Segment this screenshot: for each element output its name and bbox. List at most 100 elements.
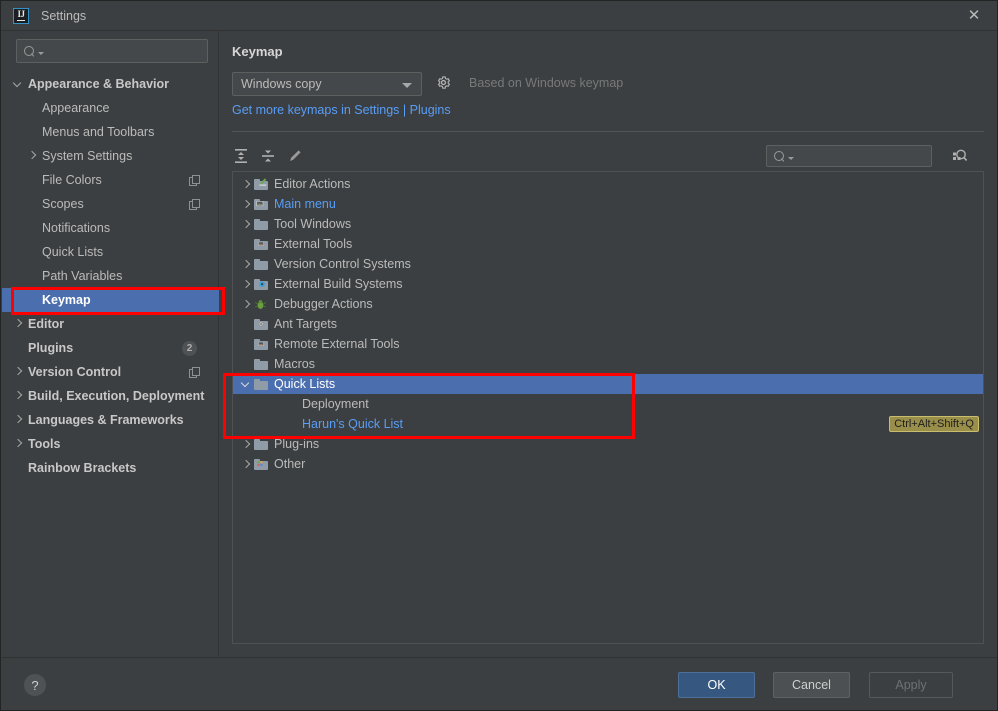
keymap-select[interactable]: Windows copy [232, 72, 422, 96]
sidebar-item-notifications[interactable]: Notifications [2, 216, 219, 240]
sidebar-item-menus-and-toolbars[interactable]: Menus and Toolbars [2, 120, 219, 144]
tree-row-label: Remote External Tools [274, 337, 400, 351]
find-by-shortcut-icon[interactable] [949, 145, 971, 167]
chevron-right-icon[interactable] [239, 217, 253, 231]
sidebar-item-version-control[interactable]: Version Control [2, 360, 219, 384]
chevron-right-icon[interactable] [239, 277, 253, 291]
page-title: Keymap [232, 44, 283, 59]
tree-row-label: Macros [274, 357, 315, 371]
chevron-right-icon[interactable] [12, 414, 24, 426]
sidebar-item-build-execution-deployment[interactable]: Build, Execution, Deployment [2, 384, 219, 408]
chevron-down-icon[interactable] [12, 78, 24, 90]
tree-row[interactable]: Macros [233, 354, 983, 374]
sidebar-item-plugins[interactable]: Plugins 2 [2, 336, 219, 360]
collapse-all-icon[interactable] [259, 147, 277, 165]
chevron-right-icon[interactable] [239, 257, 253, 271]
gear-icon[interactable] [434, 73, 456, 95]
sidebar-item-label: Path Variables [42, 269, 123, 283]
sidebar-item-scopes[interactable]: Scopes [2, 192, 219, 216]
sidebar-item-label: Keymap [42, 293, 91, 307]
sidebar-item-label: Menus and Toolbars [42, 125, 155, 139]
chevron-right-icon[interactable] [12, 318, 24, 330]
sidebar-item-label: Rainbow Brackets [28, 461, 137, 475]
get-more-keymaps-link[interactable]: Get more keymaps in Settings | Plugins [232, 103, 451, 117]
sidebar-item-tools[interactable]: Tools [2, 432, 219, 456]
sidebar-item-appearance-behavior[interactable]: Appearance & Behavior [2, 72, 219, 96]
apply-button[interactable]: Apply [869, 672, 953, 698]
close-icon[interactable]: ✕ [951, 1, 997, 30]
folder-tools-icon [253, 236, 269, 252]
tree-row[interactable]: Ant Targets [233, 314, 983, 334]
tree-row[interactable]: Main menu [233, 194, 983, 214]
chevron-right-icon[interactable] [12, 390, 24, 402]
tree-row[interactable]: Other [233, 454, 983, 474]
tree-row-label: Main menu [274, 197, 336, 211]
tree-row[interactable]: External Tools [233, 234, 983, 254]
cancel-button[interactable]: Cancel [773, 672, 850, 698]
chevron-down-icon[interactable] [239, 377, 253, 391]
chevron-right-icon[interactable] [239, 457, 253, 471]
sidebar-item-editor[interactable]: Editor [2, 312, 219, 336]
intellij-idea-icon: IJ [13, 7, 29, 24]
keymap-select-value: Windows copy [241, 77, 322, 91]
help-button[interactable]: ? [24, 674, 46, 696]
chevron-right-icon[interactable] [26, 150, 38, 162]
sidebar-item-label: File Colors [42, 173, 102, 187]
tree-row[interactable]: Editor Actions [233, 174, 983, 194]
folder-plain-icon [253, 356, 269, 372]
dialog-footer: ? OK Cancel Apply [2, 657, 997, 710]
sidebar-item-languages-frameworks[interactable]: Languages & Frameworks [2, 408, 219, 432]
chevron-right-icon[interactable] [12, 366, 24, 378]
tree-row[interactable]: Debugger Actions [233, 294, 983, 314]
chevron-right-icon[interactable] [239, 297, 253, 311]
sidebar-item-label: Tools [28, 437, 61, 451]
ok-button[interactable]: OK [678, 672, 755, 698]
tree-row[interactable]: Deployment [233, 394, 983, 414]
sidebar-item-file-colors[interactable]: File Colors [2, 168, 219, 192]
folder-plain-icon [253, 376, 269, 392]
tree-row-label: Debugger Actions [274, 297, 373, 311]
tree-row[interactable]: Harun's Quick List Ctrl+Alt+Shift+Q [233, 414, 983, 434]
tree-row[interactable]: Version Control Systems [233, 254, 983, 274]
copy-icon [189, 199, 200, 210]
sidebar-item-label: Build, Execution, Deployment [28, 389, 205, 403]
sidebar-item-system-settings[interactable]: System Settings [2, 144, 219, 168]
tree-row[interactable]: Quick Lists [233, 374, 983, 394]
chevron-right-icon[interactable] [239, 197, 253, 211]
expand-all-icon[interactable] [232, 147, 250, 165]
search-icon [774, 150, 787, 163]
sidebar-item-quick-lists[interactable]: Quick Lists [2, 240, 219, 264]
edit-pencil-icon[interactable] [286, 147, 304, 165]
sidebar-tree: Appearance & Behavior Appearance Menus and… [2, 72, 219, 480]
tree-row-label: Tool Windows [274, 217, 352, 231]
chevron-right-icon[interactable] [239, 177, 253, 191]
sidebar-item-label: Appearance [42, 101, 110, 115]
tree-row[interactable]: Remote External Tools [233, 334, 983, 354]
chevron-right-icon[interactable] [239, 437, 253, 451]
tree-row[interactable]: External Build Systems [233, 274, 983, 294]
sidebar-item-appearance[interactable]: Appearance [2, 96, 219, 120]
sidebar-search-input[interactable] [16, 39, 208, 63]
chevron-down-icon [402, 83, 412, 88]
chevron-down-icon [788, 156, 794, 160]
chevron-right-icon[interactable] [12, 438, 24, 450]
bug-icon-icon [253, 296, 269, 312]
sidebar-item-keymap[interactable]: Keymap [2, 288, 219, 312]
status-badge: 2 [182, 341, 197, 356]
keymap-actions-tree[interactable]: Editor Actions Main menu Tool Windows Exter… [232, 171, 984, 644]
tree-row-label: External Tools [274, 237, 353, 251]
tree-row[interactable]: Plug-ins [233, 434, 983, 454]
sidebar-item-rainbow-brackets[interactable]: Rainbow Brackets [2, 456, 219, 480]
sidebar-item-label: Quick Lists [42, 245, 104, 259]
keymap-search-input[interactable] [766, 145, 932, 167]
tree-row[interactable]: Tool Windows [233, 214, 983, 234]
sidebar-item-path-variables[interactable]: Path Variables [2, 264, 219, 288]
